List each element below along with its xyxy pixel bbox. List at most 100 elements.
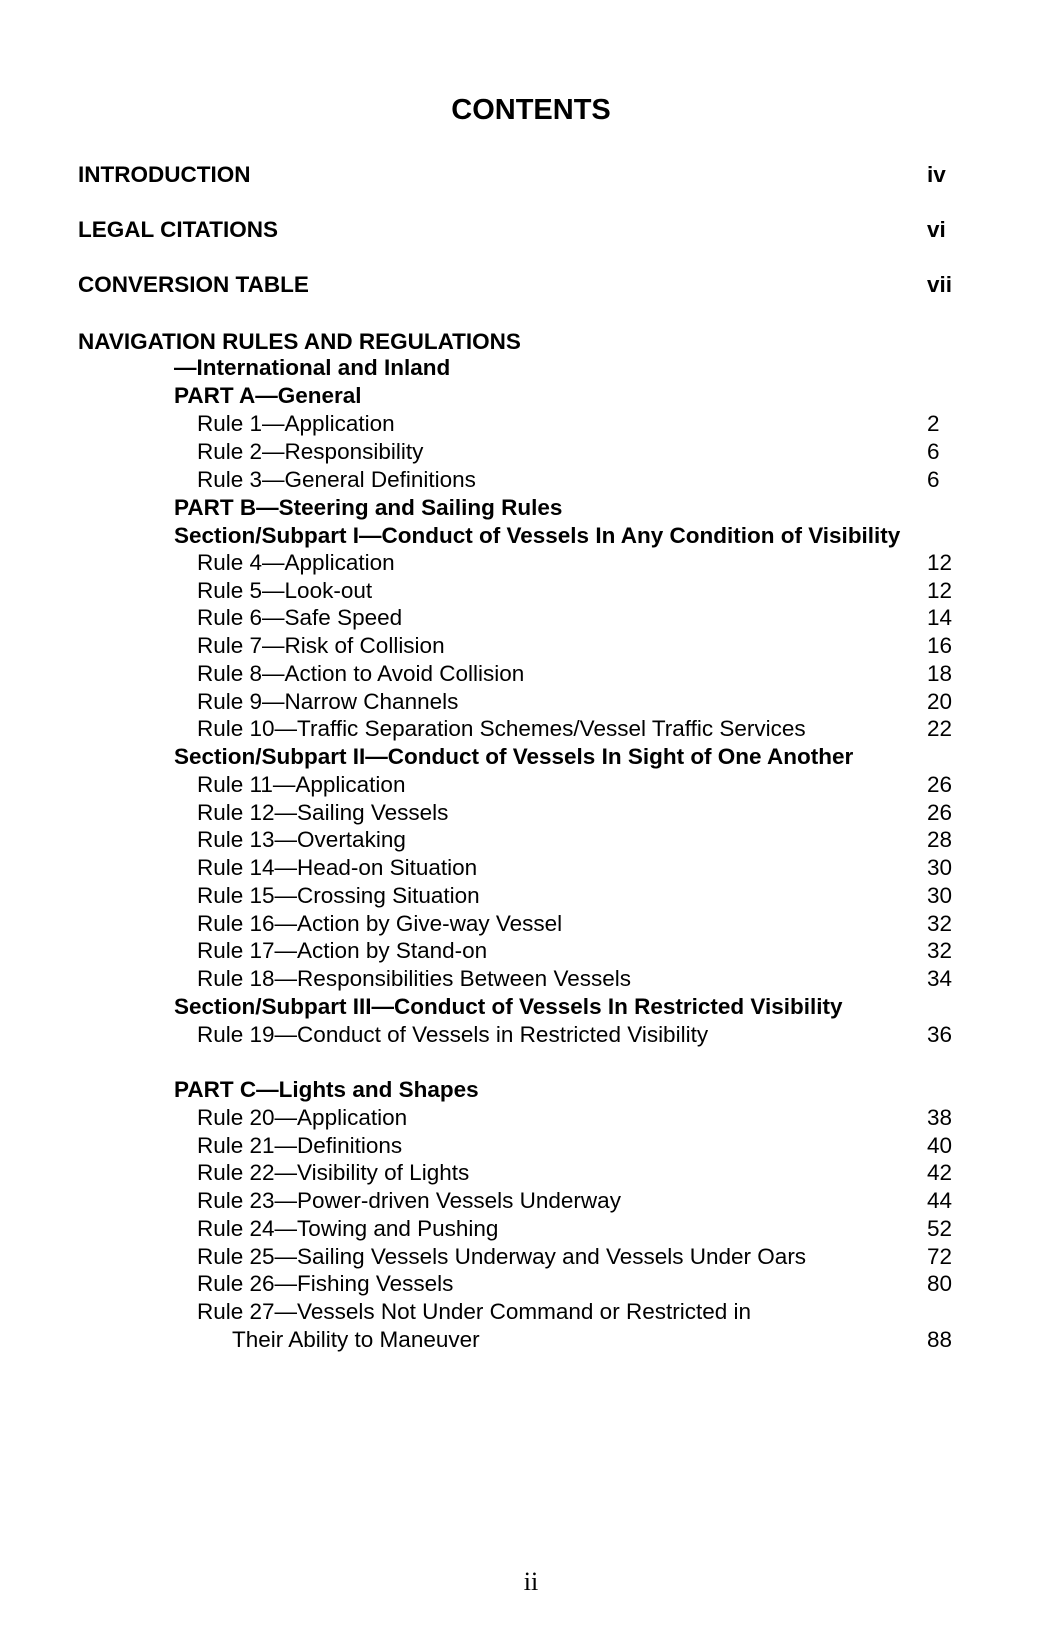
- toc-entry-label: Rule 22—Visibility of Lights: [197, 1160, 470, 1185]
- toc-entry[interactable]: Section/Subpart I—Conduct of Vessels In …: [0, 522, 1062, 550]
- toc-entry-page-number: 16: [927, 633, 953, 658]
- toc-entry-page-number: 72: [927, 1244, 953, 1269]
- toc-entry-page-number: 6: [927, 467, 940, 492]
- toc-entry-page-number: iv: [927, 162, 946, 187]
- toc-entry-page-number: 40: [927, 1133, 953, 1158]
- toc-entry[interactable]: Rule 21—Definitions 40: [0, 1132, 1062, 1160]
- toc-entry-label: Rule 19—Conduct of Vessels in Restricted…: [197, 1022, 709, 1047]
- toc-entry[interactable]: Rule 13—Overtaking 28: [0, 826, 1062, 854]
- toc-entry-label: Rule 10—Traffic Separation Schemes/Vesse…: [197, 716, 806, 741]
- toc-entry-page-number: 30: [927, 883, 953, 908]
- toc-entry[interactable]: Rule 3—General Definitions 6: [0, 466, 1062, 494]
- toc-entry[interactable]: Rule 20—Application 38: [0, 1104, 1062, 1132]
- toc-entry-page-number: vii: [927, 272, 953, 297]
- toc-entry[interactable]: —International and Inland: [0, 354, 1062, 382]
- toc-entry[interactable]: Rule 18—Responsibilities Between Vessels…: [0, 965, 1062, 993]
- toc-entry[interactable]: Section/Subpart II—Conduct of Vessels In…: [0, 743, 1062, 771]
- toc-entry[interactable]: Rule 24—Towing and Pushing 52: [0, 1215, 1062, 1243]
- toc-entry-page-number: 6: [927, 439, 940, 464]
- toc-entry-label: Rule 25—Sailing Vessels Underway and Ves…: [197, 1244, 807, 1269]
- toc-entry[interactable]: Rule 9—Narrow Channels 20: [0, 688, 1062, 716]
- toc-entry[interactable]: Rule 4—Application 12: [0, 549, 1062, 577]
- toc-entry-label: Rule 11—Application: [197, 772, 406, 797]
- toc-entry[interactable]: Rule 26—Fishing Vessels 80: [0, 1270, 1062, 1298]
- toc-entry-label: Rule 23—Power-driven Vessels Underway: [197, 1188, 621, 1213]
- toc-entry[interactable]: Rule 16—Action by Give-way Vessel 32: [0, 910, 1062, 938]
- toc-entry[interactable]: Rule 23—Power-driven Vessels Underway 44: [0, 1187, 1062, 1215]
- toc-entry-label: Rule 5—Look-out: [197, 578, 373, 603]
- toc-entry[interactable]: CONVERSION TABLE vii: [0, 271, 1062, 299]
- toc-entry-label: Rule 9—Narrow Channels: [197, 689, 459, 714]
- toc-entry-label: Rule 1—Application: [197, 411, 395, 436]
- toc-entry-label: Rule 24—Towing and Pushing: [197, 1216, 499, 1241]
- toc-entry-page-number: 32: [927, 911, 953, 936]
- toc-entry-label: Rule 15—Crossing Situation: [197, 883, 480, 908]
- toc-entry-label: Rule 6—Safe Speed: [197, 605, 403, 630]
- toc-entry-label: Rule 21—Definitions: [197, 1133, 403, 1158]
- toc-entry[interactable]: Rule 5—Look-out 12: [0, 577, 1062, 605]
- toc-entry-label: Rule 7—Risk of Collision: [197, 633, 445, 658]
- toc-entry[interactable]: Rule 27—Vessels Not Under Command or Res…: [0, 1298, 1062, 1326]
- toc-entry-page-number: 2: [927, 411, 940, 436]
- toc-entry-label: Rule 17—Action by Stand-on: [197, 938, 488, 963]
- toc-entry-page-number: 42: [927, 1160, 953, 1185]
- toc-entry-page-number: 12: [927, 550, 953, 575]
- toc-entry[interactable]: PART C—Lights and Shapes: [0, 1076, 1062, 1104]
- toc-entry[interactable]: Their Ability to Maneuver 88: [0, 1326, 1062, 1354]
- toc-entry-label: Rule 27—Vessels Not Under Command or Res…: [197, 1299, 751, 1324]
- toc-entry[interactable]: LEGAL CITATIONS vi: [0, 216, 1062, 244]
- toc-entry-label: INTRODUCTION: [78, 162, 251, 187]
- toc-entry-label: Rule 26—Fishing Vessels: [197, 1271, 454, 1296]
- toc-entry[interactable]: Rule 7—Risk of Collision 16: [0, 632, 1062, 660]
- toc-entry[interactable]: Rule 6—Safe Speed 14: [0, 604, 1062, 632]
- page-number: ii: [523, 1567, 539, 1596]
- toc-entry-page-number: 38: [927, 1105, 953, 1130]
- toc-entry-label: Section/Subpart III—Conduct of Vessels I…: [174, 994, 843, 1019]
- toc-entry-label: PART C—Lights and Shapes: [174, 1077, 479, 1102]
- toc-entry-label: Section/Subpart I—Conduct of Vessels In …: [174, 523, 901, 548]
- toc-entry[interactable]: NAVIGATION RULES AND REGULATIONS: [0, 328, 1062, 356]
- toc-entry-label: Their Ability to Maneuver: [232, 1327, 480, 1352]
- toc-entry-label: NAVIGATION RULES AND REGULATIONS: [78, 329, 521, 354]
- toc-entry[interactable]: INTRODUCTION iv: [0, 161, 1062, 189]
- toc-entry[interactable]: Rule 25—Sailing Vessels Underway and Ves…: [0, 1243, 1062, 1271]
- toc-entry-page-number: 44: [927, 1188, 953, 1213]
- toc-entry[interactable]: Rule 2—Responsibility 6: [0, 438, 1062, 466]
- toc-entry-page-number: 20: [927, 689, 953, 714]
- toc-entry-label: Rule 20—Application: [197, 1105, 408, 1130]
- toc-entry[interactable]: PART A—General: [0, 382, 1062, 410]
- toc-entry[interactable]: Rule 15—Crossing Situation 30: [0, 882, 1062, 910]
- toc-entry[interactable]: Rule 11—Application 26: [0, 771, 1062, 799]
- toc-entry[interactable]: PART B—Steering and Sailing Rules: [0, 494, 1062, 522]
- toc-entry-page-number: 18: [927, 661, 953, 686]
- toc-entry[interactable]: Rule 1—Application 2: [0, 410, 1062, 438]
- toc-entry-label: Rule 2—Responsibility: [197, 439, 424, 464]
- toc-entry-label: LEGAL CITATIONS: [78, 217, 278, 242]
- toc-entry-label: Rule 3—General Definitions: [197, 467, 476, 492]
- toc-entry-page-number: 34: [927, 966, 953, 991]
- toc-entry[interactable]: Rule 8—Action to Avoid Collision 18: [0, 660, 1062, 688]
- toc-entry-page-number: 14: [927, 605, 953, 630]
- toc-entry-page-number: 26: [927, 800, 953, 825]
- toc-entry[interactable]: Rule 14—Head-on Situation 30: [0, 854, 1062, 882]
- toc-entry[interactable]: Rule 12—Sailing Vessels 26: [0, 799, 1062, 827]
- toc-entry[interactable]: Rule 10—Traffic Separation Schemes/Vesse…: [0, 715, 1062, 743]
- toc-entry-page-number: 80: [927, 1271, 953, 1296]
- toc-entry-label: Rule 13—Overtaking: [197, 827, 406, 852]
- toc-entry[interactable]: Section/Subpart III—Conduct of Vessels I…: [0, 993, 1062, 1021]
- toc-entry-label: Rule 18—Responsibilities Between Vessels: [197, 966, 631, 991]
- toc-entry-label: Rule 14—Head-on Situation: [197, 855, 478, 880]
- toc-entry[interactable]: Rule 19—Conduct of Vessels in Restricted…: [0, 1021, 1062, 1049]
- toc-entry-page-number: 32: [927, 938, 953, 963]
- toc-entry[interactable]: Rule 22—Visibility of Lights 42: [0, 1159, 1062, 1187]
- toc-entry-page-number: 28: [927, 827, 953, 852]
- toc-entry[interactable]: Rule 17—Action by Stand-on 32: [0, 937, 1062, 965]
- toc-entry-label: —International and Inland: [174, 355, 451, 380]
- toc-entry-page-number: vi: [927, 217, 946, 242]
- toc-entry-label: PART B—Steering and Sailing Rules: [174, 495, 563, 520]
- toc-entry-label: PART A—General: [174, 383, 362, 408]
- toc-entry-page-number: 22: [927, 716, 953, 741]
- toc-entry-page-number: 88: [927, 1327, 953, 1352]
- toc-entry-label: Rule 4—Application: [197, 550, 395, 575]
- toc-entry-page-number: 12: [927, 578, 953, 603]
